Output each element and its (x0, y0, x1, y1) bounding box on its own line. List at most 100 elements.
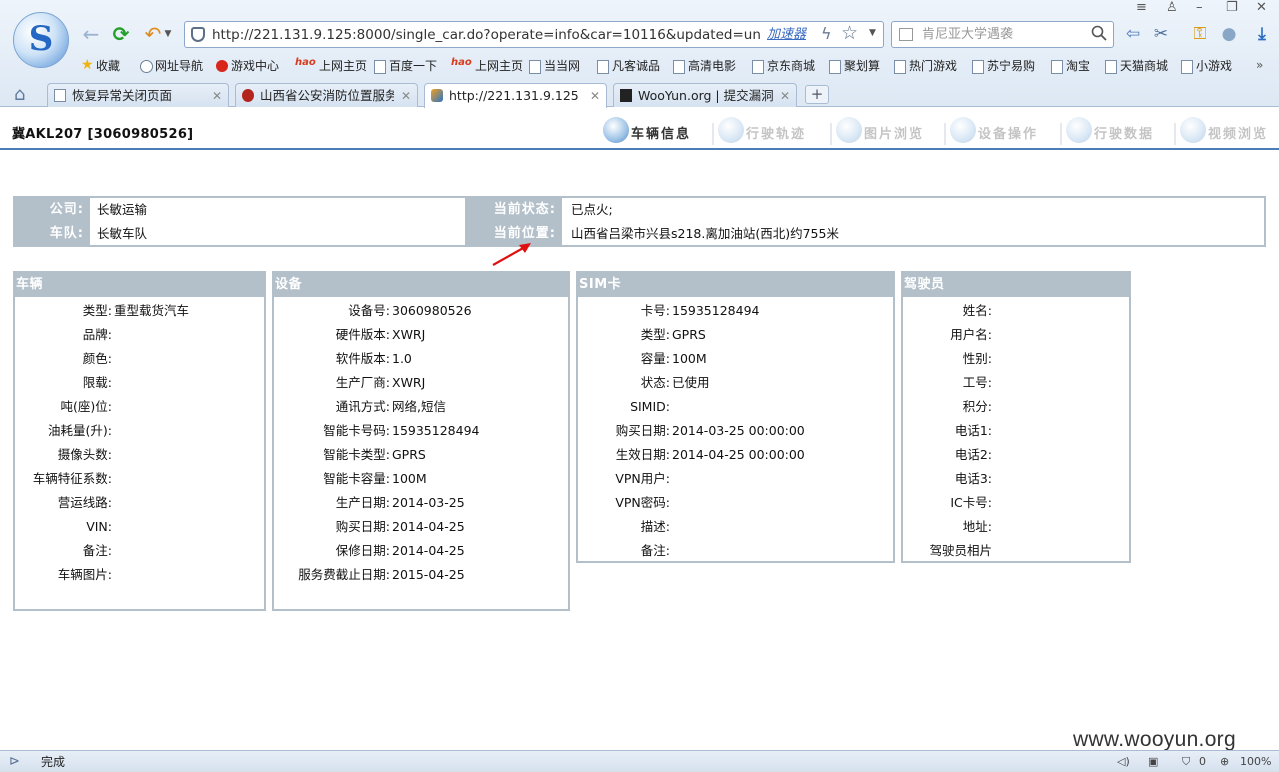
close-icon[interactable]: ✕ (590, 88, 600, 104)
bookmark-item[interactable]: 京东商城 (751, 56, 815, 76)
zoom-icon[interactable]: ⊕ (1220, 754, 1229, 770)
home-icon[interactable]: ⌂ (14, 85, 25, 105)
bookmark-item[interactable]: 当当网 (528, 56, 580, 76)
field-value: GPRS (392, 447, 426, 462)
tab-title: http://221.131.9.125:8 (449, 88, 579, 103)
close-icon[interactable]: ✕ (1256, 0, 1267, 18)
bookmark-item[interactable]: 热门游戏 (893, 56, 957, 76)
page-content: 冀AKL207 [3060980526] 车辆信息 行驶轨迹 图片浏览 设备操作… (0, 108, 1279, 750)
field-label: 电话2: (954, 447, 992, 462)
scissors-icon[interactable]: ✂ (1150, 23, 1172, 45)
key-icon[interactable]: ⚿ (1189, 23, 1211, 45)
chevron-right-icon[interactable]: » (1256, 58, 1263, 72)
field-label: 智能卡号码: (323, 423, 390, 438)
tab-drive-data[interactable]: 行驶数据 (1060, 115, 1166, 147)
bookmark-item[interactable]: 上网主页 (451, 56, 523, 76)
bookmark-item[interactable]: 游戏中心 (215, 56, 279, 76)
star-icon[interactable]: ☆ (841, 22, 858, 44)
bookmark-item[interactable]: 天猫商城 (1104, 56, 1168, 76)
new-tab-button[interactable]: + (805, 85, 829, 104)
url-text[interactable]: http://221.131.9.125:8000/single_car.do?… (212, 26, 760, 44)
close-icon[interactable]: ✕ (780, 88, 790, 104)
field-label: 颜色: (82, 351, 112, 366)
security-icon[interactable]: ⛉ (1182, 754, 1190, 770)
restore-icon[interactable]: ❐ (1226, 0, 1238, 18)
volume-icon[interactable]: ◁) (1117, 754, 1130, 770)
bookmark-item[interactable]: 聚划算 (828, 56, 880, 76)
search-box[interactable]: 肯尼亚大学遇袭 (891, 21, 1114, 48)
tab-vehicle-info[interactable]: 车辆信息 (603, 115, 703, 147)
tab-images[interactable]: 图片浏览 (830, 115, 936, 147)
info-row: 软件版本: 1.0 (274, 347, 568, 371)
info-row: 用户名: (903, 323, 1129, 347)
play-icon[interactable]: ⊳ (9, 754, 20, 769)
bookmark-item[interactable]: 收藏 (80, 55, 120, 76)
info-row: VPN用户: (578, 467, 893, 491)
field-label: 工号: (962, 375, 992, 390)
browser-tab[interactable]: 山西省公安消防位置服务 ✕ (235, 83, 418, 107)
lightning-icon[interactable]: ϟ (821, 24, 832, 43)
skin-icon[interactable]: ♙ (1166, 0, 1178, 18)
field-value: GPRS (672, 327, 706, 342)
vehicle-title: 冀AKL207 [3060980526] (12, 127, 194, 142)
red-arrow-annotation (492, 243, 531, 266)
device-panel: 设备 设备号: 3060980526 硬件版本: XWRJ 软件版本: 1.0 生产厂商: X… (272, 271, 570, 611)
search-engine-icon[interactable] (899, 28, 913, 41)
info-row: 油耗量(升): (15, 419, 264, 443)
tab-track[interactable]: 行驶轨迹 (712, 115, 818, 147)
login-icon[interactable]: ⇦ (1122, 23, 1144, 45)
field-label: 车辆图片: (57, 567, 112, 582)
info-row: 智能卡类型: GPRS (274, 443, 568, 467)
undo-icon[interactable]: ↶ (141, 22, 165, 46)
info-row: 通讯方式: 网络,短信 (274, 395, 568, 419)
tab-title: 山西省公安消防位置服务 (260, 88, 394, 103)
info-row: 卡号: 15935128494 (578, 299, 893, 323)
close-icon[interactable]: ✕ (212, 88, 222, 104)
field-value: 15935128494 (392, 423, 480, 438)
search-icon[interactable] (1091, 25, 1107, 41)
browser-tab[interactable]: 恢复异常关闭页面 ✕ (47, 83, 229, 107)
zoom-level[interactable]: 100% (1240, 754, 1271, 770)
status-count: 0 (1199, 755, 1206, 768)
refresh-icon[interactable]: ⟳ (109, 22, 133, 46)
vehicle-panel: 车辆 类型: 重型载货汽车 品牌: 颜色: 限载: 吨(座)位: 油耗量(升): 摄像头数: 车… (13, 271, 266, 611)
bookmark-item[interactable]: 百度一下 (373, 56, 437, 76)
chevron-down-icon[interactable]: ▼ (869, 28, 876, 38)
field-label: 描述: (640, 519, 670, 534)
search-input[interactable]: 肯尼亚大学遇袭 (922, 26, 1013, 44)
info-row: 积分: (903, 395, 1129, 419)
bookmark-item[interactable]: 小游戏 (1180, 56, 1232, 76)
info-row: 购买日期: 2014-03-25 00:00:00 (578, 419, 893, 443)
chevron-down-icon[interactable]: ▼ (163, 22, 173, 46)
download-manager-icon[interactable]: ▣ (1148, 754, 1158, 770)
address-bar[interactable]: http://221.131.9.125:8000/single_car.do?… (184, 21, 884, 48)
download-icon[interactable]: ⤓ (1251, 23, 1273, 45)
bookmark-item[interactable]: 淘宝 (1050, 56, 1090, 76)
field-label: 品牌: (82, 327, 112, 342)
browser-tab[interactable]: WooYun.org | 提交漏洞 ✕ (613, 83, 797, 107)
browser-tab[interactable]: http://221.131.9.125:8 ✕ (424, 83, 607, 108)
back-arrow-icon[interactable]: ← (79, 22, 103, 46)
tab-video[interactable]: 视频浏览 (1174, 115, 1279, 147)
state-value: 已点火; (571, 202, 613, 217)
bookmark-item[interactable]: 凡客诚品 (596, 56, 660, 76)
browser-logo-icon[interactable] (13, 12, 69, 68)
field-label: VPN密码: (615, 495, 670, 510)
minimize-icon[interactable]: – (1196, 0, 1203, 18)
bookmark-item[interactable]: 苏宁易购 (971, 56, 1035, 76)
info-row: 备注: (578, 539, 893, 563)
chat-icon[interactable]: ● (1218, 23, 1240, 45)
menu-icon[interactable]: ≡ (1136, 0, 1147, 18)
field-label: 类型: (82, 303, 112, 318)
bookmark-item[interactable]: 高清电影 (672, 56, 736, 76)
field-value: 2014-03-25 (392, 495, 465, 510)
team-value: 长敏车队 (97, 226, 148, 241)
tab-device-ops[interactable]: 设备操作 (944, 115, 1050, 147)
bookmark-item[interactable]: 网址导航 (139, 56, 203, 76)
close-icon[interactable]: ✕ (401, 88, 411, 104)
field-label: 营运线路: (57, 495, 112, 510)
accelerator-link[interactable]: 加速器 (767, 26, 806, 44)
field-label: 软件版本: (335, 351, 390, 366)
status-box: 公司: 长敏运输 车队: 长敏车队 当前状态: 已点火; 当前位置: 山西省吕梁… (13, 196, 1266, 247)
bookmark-item[interactable]: 上网主页 (295, 56, 367, 76)
